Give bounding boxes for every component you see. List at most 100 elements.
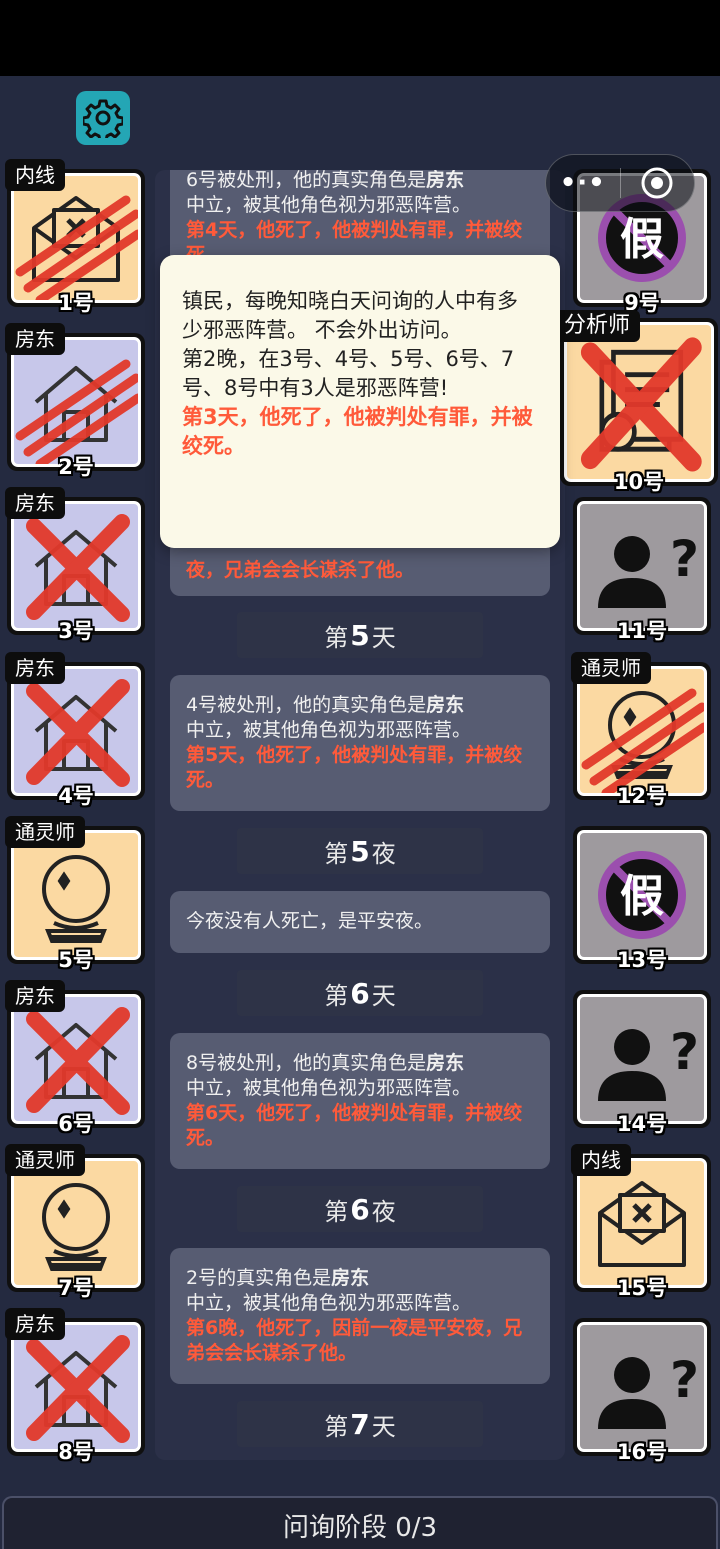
player-number: 11号 (616, 619, 668, 643)
player-card-7号[interactable]: 通灵师 7号 (5, 1144, 145, 1300)
house-icon (26, 1335, 130, 1443)
player-role-tag: 内线 (571, 1144, 631, 1176)
player-number: 6号 (58, 1112, 94, 1136)
player-role-tag: 通灵师 (571, 652, 651, 684)
player-card-10号[interactable]: 分析师 10号 (554, 310, 718, 494)
player-portrait (577, 666, 707, 796)
log-entry: 8号被处刑，他的真实角色是房东 中立，被其他角色视为邪恶阵营。 第6天，他死了，… (170, 1033, 550, 1169)
target-icon (641, 167, 673, 199)
crystal-ball-icon (581, 688, 704, 793)
player-number: 3号 (58, 619, 94, 643)
more-button[interactable]: •·• (546, 155, 620, 211)
player-card-14号[interactable]: ? 14号 (573, 990, 711, 1136)
house-icon (15, 359, 138, 464)
night-header: 第6夜 (237, 1186, 483, 1232)
player-portrait (11, 1322, 141, 1452)
player-portrait (11, 1158, 141, 1288)
player-portrait (577, 1158, 707, 1288)
game-screen: •·• 6号被处刑，他的真实角色是房东 中立，被其他角色视为邪恶阵营。 第4天，… (0, 0, 720, 1549)
player-role-tag: 房东 (5, 323, 65, 355)
player-portrait: ? (577, 501, 707, 631)
fake-stamp-text: 假 (620, 214, 664, 265)
player-portrait (11, 666, 141, 796)
popup-result: 第2晚，在3号、4号、5号、6号、7号、8号中有3人是邪恶阵营! (182, 347, 515, 400)
player-card-13号[interactable]: 假 13号 (573, 826, 711, 972)
player-card-5号[interactable]: 通灵师 5号 (5, 816, 145, 972)
player-card-4号[interactable]: 房东 4号 (5, 652, 145, 808)
player-portrait: 假 (577, 830, 707, 960)
player-role-tag: 通灵师 (5, 816, 85, 848)
house-icon (26, 514, 130, 622)
player-number: 10号 (613, 470, 665, 494)
player-number: 8号 (58, 1440, 94, 1464)
day-header: 第5天 (237, 612, 483, 658)
svg-text:?: ? (670, 1351, 699, 1409)
unknown-user-icon: ? (598, 1023, 699, 1101)
more-dots-icon: •·• (559, 168, 606, 198)
player-portrait (564, 322, 714, 482)
day-header: 第7天 (237, 1401, 483, 1447)
settings-button[interactable] (76, 91, 130, 145)
player-role-tag: 房东 (5, 652, 65, 684)
player-number: 16号 (616, 1440, 668, 1464)
log-entry: 夜，兄弟会会长谋杀了他。 (170, 540, 550, 596)
player-portrait: ? (577, 1322, 707, 1452)
player-card-6号[interactable]: 房东 6号 (5, 980, 145, 1136)
player-role-tag: 通灵师 (5, 1144, 85, 1176)
svg-text:?: ? (670, 1023, 699, 1081)
player-card-12号[interactable]: 通灵师 12号 (571, 652, 711, 808)
player-card-11号[interactable]: ? 11号 (573, 497, 711, 643)
documents-icon (580, 337, 702, 472)
player-card-3号[interactable]: 房东 3号 (5, 487, 145, 643)
crystal-ball-icon (42, 1183, 110, 1271)
player-card-2号[interactable]: 房东 2号 (5, 323, 145, 479)
day-header: 第6天 (237, 970, 483, 1016)
popup-description: 镇民，每晚知晓白天问询的人中有多少邪恶阵营。 不会外出访问。 (182, 289, 518, 342)
player-number: 15号 (616, 1276, 668, 1300)
phase-label: 问询阶段 0/3 (282, 1512, 438, 1543)
player-role-tag: 房东 (5, 980, 65, 1012)
player-card-1号[interactable]: 内线 1号 (5, 159, 145, 315)
envelope-icon (15, 195, 138, 300)
log-entry: 4号被处刑，他的真实角色是房东 中立，被其他角色视为邪恶阵营。 第5天，他死了，… (170, 675, 550, 811)
player-card-16号[interactable]: ? 16号 (573, 1318, 711, 1464)
fake-stamp-text: 假 (620, 871, 664, 922)
log-entry: 今夜没有人死亡，是平安夜。 (170, 891, 550, 953)
player-portrait: ? (577, 994, 707, 1124)
miniprogram-capsule: •·• (545, 154, 695, 212)
log-entry: 2号的真实角色是房东 中立，被其他角色视为邪恶阵营。 第6晚，他死了，因前一夜是… (170, 1248, 550, 1384)
player-portrait (11, 994, 141, 1124)
player-number: 2号 (58, 455, 94, 479)
player-portrait (11, 173, 141, 303)
house-icon (26, 679, 130, 787)
close-miniprogram-button[interactable] (621, 155, 695, 211)
crystal-ball-icon (42, 855, 110, 943)
player-portrait (11, 501, 141, 631)
player-portrait (11, 337, 141, 467)
phase-bar[interactable]: 问询阶段 0/3 (2, 1496, 718, 1549)
gear-icon (83, 99, 123, 138)
player-role-tag: 房东 (5, 487, 65, 519)
night-header: 第5夜 (237, 828, 483, 874)
player-portrait (11, 830, 141, 960)
envelope-icon (598, 1181, 686, 1267)
popup-death-note: 第3天，他死了，他被判处有罪，并被绞死。 (182, 405, 533, 458)
player-number: 13号 (616, 948, 668, 972)
player-role-tag: 房东 (5, 1308, 65, 1340)
player-role-tag: 分析师 (554, 310, 641, 342)
player-role-tag: 内线 (5, 159, 65, 191)
player-number: 5号 (58, 948, 94, 972)
player-card-8号[interactable]: 房东 8号 (5, 1308, 145, 1464)
role-info-popup[interactable]: 镇民，每晚知晓白天问询的人中有多少邪恶阵营。 不会外出访问。 第2晚，在3号、4… (160, 255, 560, 548)
fake-stamp-icon: 假 (598, 851, 686, 939)
unknown-user-icon: ? (598, 1351, 699, 1429)
player-number: 12号 (616, 784, 668, 808)
player-number: 14号 (616, 1112, 668, 1136)
player-number: 4号 (58, 784, 94, 808)
status-bar (0, 0, 720, 76)
unknown-user-icon: ? (598, 530, 699, 608)
house-icon (26, 1007, 130, 1115)
player-number: 1号 (58, 291, 94, 315)
player-card-15号[interactable]: 内线 15号 (571, 1144, 711, 1300)
svg-text:?: ? (670, 530, 699, 588)
